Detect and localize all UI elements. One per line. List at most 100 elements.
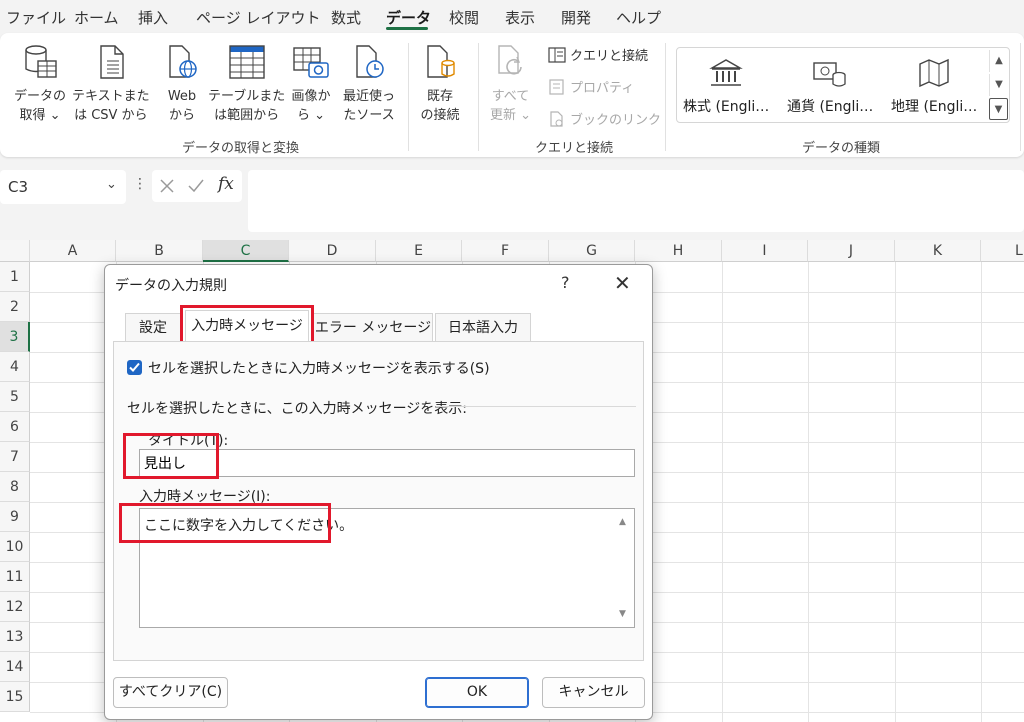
message-scrollbar[interactable]: ▲ ▼: [614, 509, 634, 627]
tab-page-layout[interactable]: ページ レイアウト: [196, 7, 320, 28]
tab-insert[interactable]: 挿入: [138, 7, 168, 28]
column-header[interactable]: G: [549, 240, 635, 262]
name-box[interactable]: C3 ⌄: [0, 170, 126, 204]
from-web-button[interactable]: Web から: [162, 43, 202, 125]
refresh-all-button[interactable]: すべて 更新 ⌄: [490, 43, 531, 125]
table-label-1: テーブルまた: [208, 89, 286, 104]
row-header[interactable]: 3: [0, 322, 30, 352]
group-label-get-transform: データの取得と変換: [182, 141, 300, 156]
clear-all-button[interactable]: すべてクリア(C): [113, 677, 228, 708]
gallery-scroll-up-icon[interactable]: ▲: [989, 50, 1008, 72]
table-label-2: は範囲から: [214, 108, 280, 123]
column-header[interactable]: C: [203, 240, 289, 262]
row-header[interactable]: 2: [0, 292, 30, 322]
group-label-datatypes: データの種類: [802, 141, 881, 156]
data-validation-dialog: データの入力規則 ? ✕ 設定 入力時メッセージ エラー メッセージ 日本語入力…: [104, 264, 653, 720]
highlight-box: [180, 305, 314, 345]
column-header[interactable]: K: [895, 240, 981, 262]
tab-home[interactable]: ホーム: [74, 7, 119, 28]
scroll-up-icon[interactable]: ▲: [619, 517, 626, 527]
tab-data[interactable]: データ: [386, 7, 431, 28]
queries-pane-icon: [548, 46, 566, 63]
name-box-value: C3: [8, 178, 29, 196]
cancel-button[interactable]: キャンセル: [542, 677, 645, 708]
gallery-more-icon[interactable]: ▼: [989, 98, 1008, 120]
ok-button[interactable]: OK: [425, 677, 529, 708]
row-header[interactable]: 12: [0, 592, 30, 622]
show-message-label[interactable]: セルを選択したときに入力時メッセージを表示する(S): [148, 358, 490, 378]
close-icon[interactable]: ✕: [614, 271, 631, 295]
tab-error-message[interactable]: エラー メッセージ: [313, 313, 433, 341]
more-options-icon[interactable]: ⋮: [133, 176, 147, 192]
row-header[interactable]: 4: [0, 352, 30, 382]
column-header[interactable]: A: [30, 240, 116, 262]
row-header[interactable]: 8: [0, 472, 30, 502]
column-header[interactable]: F: [462, 240, 549, 262]
gallery-scroll-down-icon[interactable]: ▼: [989, 74, 1008, 96]
stocks-datatype-button[interactable]: 株式 (Engli…: [683, 58, 769, 116]
tab-developer[interactable]: 開発: [561, 7, 591, 28]
row-header[interactable]: 10: [0, 532, 30, 562]
recent-label-1: 最近使っ: [343, 89, 396, 104]
enter-check-icon[interactable]: [188, 179, 204, 193]
row-header[interactable]: 13: [0, 622, 30, 652]
text-csv-label-2: は CSV から: [74, 108, 148, 123]
cancel-x-icon[interactable]: [160, 179, 174, 193]
recent-sources-button[interactable]: 最近使っ たソース: [343, 43, 395, 125]
highlight-box: [123, 433, 219, 479]
group-label-queries: クエリと接続: [535, 141, 614, 156]
picture-label-1: 画像か: [291, 89, 331, 104]
tab-ime-mode[interactable]: 日本語入力: [435, 313, 531, 341]
show-message-checkbox[interactable]: [127, 360, 142, 375]
tab-settings[interactable]: 設定: [125, 313, 181, 341]
scroll-down-icon[interactable]: ▼: [619, 609, 626, 619]
dialog-title: データの入力規則: [115, 278, 227, 294]
row-header[interactable]: 15: [0, 682, 30, 712]
chevron-down-icon[interactable]: ⌄: [106, 177, 117, 192]
recent-label-2: たソース: [343, 108, 395, 123]
row-header[interactable]: 11: [0, 562, 30, 592]
insert-function-icon[interactable]: fx: [218, 174, 234, 194]
properties-button[interactable]: プロパティ: [548, 77, 634, 96]
help-icon[interactable]: ?: [561, 273, 570, 292]
row-header[interactable]: 5: [0, 382, 30, 412]
currency-datatype-button[interactable]: 通貨 (Engli…: [787, 58, 873, 116]
column-header[interactable]: J: [808, 240, 895, 262]
from-picture-button[interactable]: 画像か ら ⌄: [291, 43, 331, 125]
row-header[interactable]: 6: [0, 412, 30, 442]
queries-connections-button[interactable]: クエリと接続: [548, 45, 648, 64]
existing-label-2: の接続: [420, 108, 460, 123]
tab-formulas[interactable]: 数式: [331, 7, 361, 28]
column-header[interactable]: E: [376, 240, 462, 262]
text-csv-label-1: テキストまた: [72, 89, 150, 104]
tab-file[interactable]: ファイル: [6, 7, 66, 28]
queries-connections-label: クエリと接続: [570, 49, 649, 64]
stocks-building-icon: [709, 59, 743, 86]
row-header[interactable]: 1: [0, 262, 30, 292]
tab-help[interactable]: ヘルプ: [616, 7, 661, 28]
column-header[interactable]: I: [722, 240, 808, 262]
column-header[interactable]: H: [635, 240, 722, 262]
edit-links-button[interactable]: ブックのリンク: [548, 109, 661, 128]
highlight-box: [119, 503, 331, 543]
existing-label-1: 既存: [426, 89, 453, 104]
get-data-label-1: データの: [14, 89, 67, 104]
tab-view[interactable]: 表示: [505, 7, 535, 28]
geography-datatype-button[interactable]: 地理 (Engli…: [891, 58, 977, 116]
tab-review[interactable]: 校閲: [449, 7, 479, 28]
select-all-corner[interactable]: [0, 240, 30, 262]
formula-buttons: fx: [152, 170, 242, 202]
get-data-button[interactable]: データの 取得 ⌄: [14, 43, 66, 125]
column-header[interactable]: B: [116, 240, 203, 262]
row-header[interactable]: 9: [0, 502, 30, 532]
web-label-1: Web: [167, 89, 197, 104]
column-header[interactable]: D: [289, 240, 376, 262]
formula-input[interactable]: [248, 170, 1024, 232]
column-header[interactable]: L: [981, 240, 1024, 262]
from-table-range-button[interactable]: テーブルまた は範囲から: [208, 43, 285, 125]
row-header[interactable]: 7: [0, 442, 30, 472]
from-text-csv-button[interactable]: テキストまた は CSV から: [72, 43, 150, 125]
refresh-icon: [497, 45, 522, 75]
existing-connections-button[interactable]: 既存 の接続: [420, 43, 460, 125]
row-header[interactable]: 14: [0, 652, 30, 682]
